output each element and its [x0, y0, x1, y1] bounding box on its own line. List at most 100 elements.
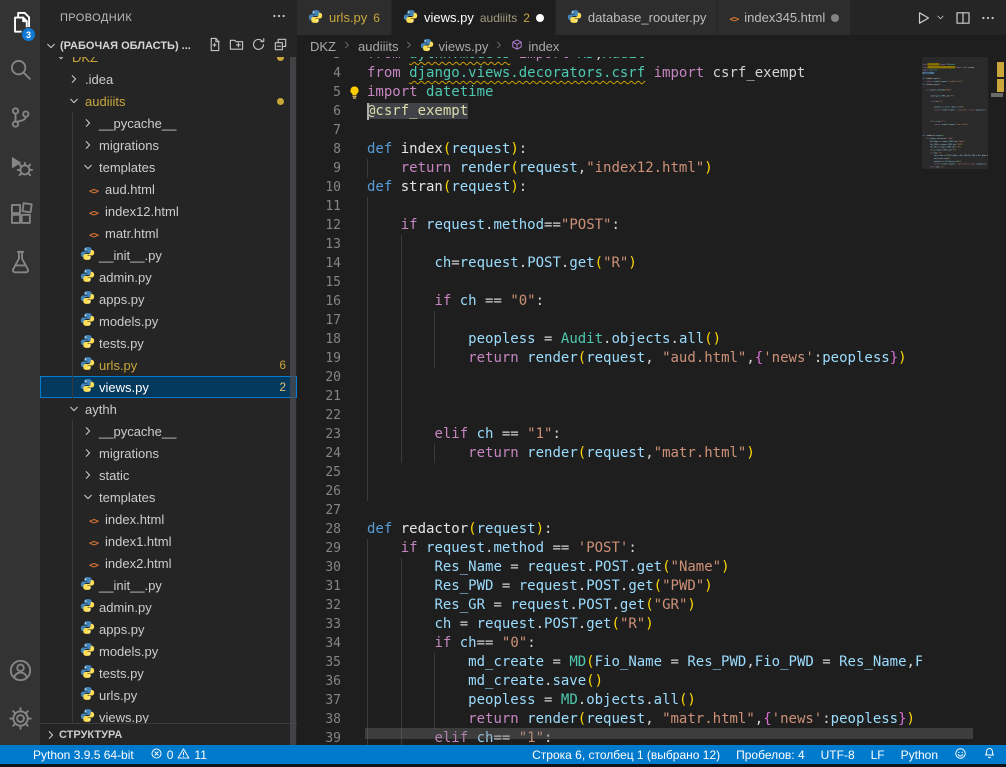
split-editor-button[interactable]	[955, 10, 971, 26]
tree-item-dkz[interactable]: DKZ	[40, 57, 297, 68]
new-file-icon[interactable]	[207, 37, 222, 55]
tree-item-static[interactable]: static	[40, 464, 297, 486]
code-line-33[interactable]: 33 ch = request.POST.get("R")	[297, 615, 922, 634]
activitybar-item-run-and-debug[interactable]	[0, 144, 40, 192]
tree-item-init-py[interactable]: __init__.py	[40, 574, 297, 596]
breadcrumb-item-dkz[interactable]: DKZ	[310, 39, 336, 54]
code-line-35[interactable]: 35 md_create = MD(Fio_Name = Res_PWD,Fio…	[297, 653, 922, 672]
collapse-folders-icon[interactable]	[273, 37, 288, 55]
code-line-27[interactable]: 27	[297, 501, 922, 520]
code-line-36[interactable]: 36 md_create.save()	[297, 672, 922, 691]
tree-item-apps-py[interactable]: apps.py	[40, 618, 297, 640]
tree-item-tests-py[interactable]: tests.py	[40, 332, 297, 354]
tree-item-models-py[interactable]: models.py	[40, 640, 297, 662]
tree-item-migrations[interactable]: migrations	[40, 442, 297, 464]
code-editor[interactable]: 3from aythh.models import MD,Audit4from …	[297, 57, 1006, 745]
tab-index345-html[interactable]: <>index345.html	[718, 0, 851, 35]
status-encoding[interactable]: UTF-8	[821, 748, 855, 762]
tree-item-views-py[interactable]: views.py2	[40, 376, 297, 398]
code-line-20[interactable]: 20	[297, 368, 922, 387]
tree-item-init-py[interactable]: __init__.py	[40, 244, 297, 266]
code-line-25[interactable]: 25	[297, 463, 922, 482]
code-line-15[interactable]: 15	[297, 273, 922, 292]
breadcrumb-item-audiiits[interactable]: audiiits	[358, 39, 398, 54]
run-options-dropdown-button[interactable]	[940, 12, 946, 23]
status-eol-sequence[interactable]: LF	[871, 748, 885, 762]
code-line-34[interactable]: 34 if ch== "0":	[297, 634, 922, 653]
code-line-14[interactable]: 14 ch=request.POST.get("R")	[297, 254, 922, 273]
code-line-18[interactable]: 18 peopless = Audit.objects.all()	[297, 330, 922, 349]
code-line-12[interactable]: 12 if request.method=="POST":	[297, 216, 922, 235]
tab-views-py[interactable]: views.pyaudiiits2	[392, 0, 556, 35]
code-line-23[interactable]: 23 elif ch == "1":	[297, 425, 922, 444]
code-line-24[interactable]: 24 return render(request,"matr.html")	[297, 444, 922, 463]
horizontal-scrollbar[interactable]	[365, 728, 973, 739]
code-line-6[interactable]: 6@csrf_exempt	[297, 102, 922, 121]
tree-item-aythh[interactable]: aythh	[40, 398, 297, 420]
code-line-10[interactable]: 10def stran(request):	[297, 178, 922, 197]
code-line-28[interactable]: 28def redactor(request):	[297, 520, 922, 539]
code-line-26[interactable]: 26	[297, 482, 922, 501]
new-folder-icon[interactable]	[229, 37, 244, 55]
tree-item-pycache[interactable]: __pycache__	[40, 112, 297, 134]
status-notifications[interactable]	[983, 747, 996, 763]
tree-item-audiiits[interactable]: audiiits	[40, 90, 297, 112]
tree-item-models-py[interactable]: models.py	[40, 310, 297, 332]
tree-item-pycache[interactable]: __pycache__	[40, 420, 297, 442]
tree-item-templates[interactable]: templates	[40, 486, 297, 508]
breadcrumb-item-views-py[interactable]: views.py	[420, 38, 488, 55]
status-cursor-position[interactable]: Строка 6, столбец 1 (выбрано 12)	[532, 748, 720, 762]
code-line-38[interactable]: 38 return render(request, "matr.html",{'…	[297, 710, 922, 729]
activitybar-item-testing[interactable]	[0, 240, 40, 288]
code-line-5[interactable]: 5import datetime	[297, 83, 922, 102]
breadcrumb-item-index[interactable]: index	[510, 38, 559, 55]
status-language-mode[interactable]: Python	[901, 748, 938, 762]
modified-dot-icon[interactable]	[536, 14, 544, 22]
tree-item-aud-html[interactable]: <>aud.html	[40, 178, 297, 200]
tree-item-idea[interactable]: .idea	[40, 68, 297, 90]
tree-item-tests-py[interactable]: tests.py	[40, 662, 297, 684]
code-line-8[interactable]: 8def index(request):	[297, 140, 922, 159]
code-line-9[interactable]: 9 return render(request,"index12.html")	[297, 159, 922, 178]
code-line-16[interactable]: 16 if ch == "0":	[297, 292, 922, 311]
tree-item-templates[interactable]: templates	[40, 156, 297, 178]
code-line-29[interactable]: 29 if request.method == 'POST':	[297, 539, 922, 558]
code-line-3[interactable]: 3from aythh.models import MD,Audit	[297, 57, 922, 64]
views-and-more-actions-icon[interactable]	[271, 8, 287, 27]
tree-item-index2-html[interactable]: <>index2.html	[40, 552, 297, 574]
sidebar-scrollbar[interactable]	[290, 57, 296, 745]
outline-section-header[interactable]: СТРУКТУРА	[40, 723, 297, 745]
tree-item-urls-py[interactable]: urls.py	[40, 684, 297, 706]
tree-item-index1-html[interactable]: <>index1.html	[40, 530, 297, 552]
editor-more-actions-button[interactable]	[980, 10, 996, 26]
tab-urls-py[interactable]: urls.py6	[297, 0, 392, 35]
code-line-22[interactable]: 22	[297, 406, 922, 425]
tree-item-index-html[interactable]: <>index.html	[40, 508, 297, 530]
tree-item-urls-py[interactable]: urls.py6	[40, 354, 297, 376]
run-python-file-button[interactable]	[915, 10, 931, 26]
minimap[interactable]: 3from aythh.models import MD,Audit4from …	[922, 57, 988, 745]
tree-item-matr-html[interactable]: <>matr.html	[40, 222, 297, 244]
code-line-4[interactable]: 4from django.views.decorators.csrf impor…	[297, 64, 922, 83]
status-python-interpreter[interactable]: Python 3.9.5 64-bit	[33, 748, 134, 762]
code-line-17[interactable]: 17	[297, 311, 922, 330]
refresh-explorer-icon[interactable]	[251, 37, 266, 55]
tree-item-admin-py[interactable]: admin.py	[40, 266, 297, 288]
code-line-7[interactable]: 7	[297, 121, 922, 140]
activitybar-item-extensions[interactable]	[0, 192, 40, 240]
status-feedback[interactable]	[954, 747, 967, 763]
code-line-19[interactable]: 19 return render(request, "aud.html",{'n…	[297, 349, 922, 368]
status-indentation[interactable]: Пробелов: 4	[736, 748, 805, 762]
activitybar-item-explorer[interactable]: 3	[0, 0, 40, 48]
code-line-11[interactable]: 11	[297, 197, 922, 216]
status-problems[interactable]: 011	[150, 747, 207, 763]
code-line-21[interactable]: 21	[297, 387, 922, 406]
tree-item-apps-py[interactable]: apps.py	[40, 288, 297, 310]
activitybar-item-accounts[interactable]	[0, 649, 40, 697]
tree-item-index12-html[interactable]: <>index12.html	[40, 200, 297, 222]
activitybar-item-settings[interactable]	[0, 697, 40, 745]
activitybar-item-search[interactable]	[0, 48, 40, 96]
modified-dot-icon[interactable]	[831, 14, 839, 22]
code-line-13[interactable]: 13	[297, 235, 922, 254]
code-line-31[interactable]: 31 Res_PWD = request.POST.get("PWD")	[297, 577, 922, 596]
